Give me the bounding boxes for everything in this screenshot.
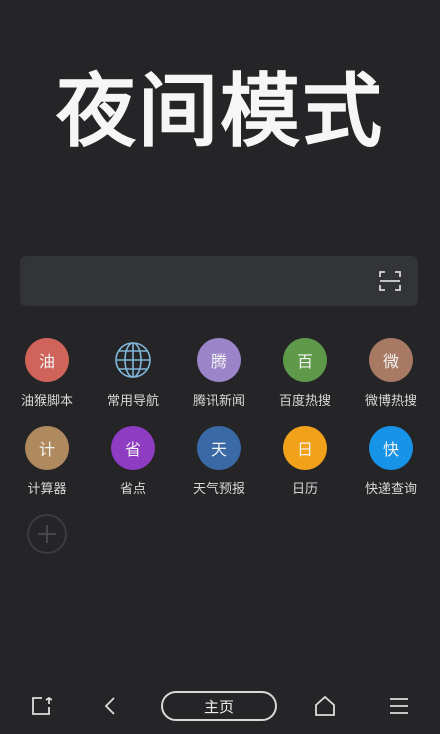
shortcut-baidu-hot[interactable]: 百 百度热搜 [262, 338, 348, 409]
shortcut-express[interactable]: 快 快递查询 [348, 426, 434, 497]
baidu-hot-icon: 百 [283, 338, 327, 382]
shortcut-label: 腾讯新闻 [192, 394, 245, 409]
shortcut-weather[interactable]: 天 天气预报 [176, 426, 262, 497]
homepage-button[interactable] [310, 692, 340, 720]
shortcut-calendar[interactable]: 日 日历 [262, 426, 348, 497]
weather-icon: 天 [197, 426, 241, 470]
shortcut-label: 常用导航 [106, 394, 159, 409]
search-bar[interactable] [20, 256, 418, 308]
monkey-script-icon: 油 [25, 338, 69, 382]
shortcut-label: 日历 [291, 482, 318, 497]
shortcut-calculator[interactable]: 计 计算器 [4, 426, 90, 497]
shortcut-label: 百度热搜 [278, 394, 331, 409]
shortcut-label: 微博热搜 [364, 394, 417, 409]
bottom-toolbar: 主页 [0, 682, 440, 734]
shortcut-weibo-hot[interactable]: 微 微博热搜 [348, 338, 434, 409]
shortcut-monkey-script[interactable]: 油 油猴脚本 [4, 338, 90, 409]
home-icon [315, 695, 335, 716]
shortcut-label: 快递查询 [364, 482, 417, 497]
search-input[interactable] [34, 256, 378, 308]
shortcut-label: 油猴脚本 [20, 394, 73, 409]
shortcut-label: 天气预报 [192, 482, 245, 497]
shortcut-save[interactable]: 省 省点 [90, 426, 176, 497]
express-icon: 快 [369, 426, 413, 470]
back-button[interactable] [96, 692, 126, 720]
shortcut-tencent-news[interactable]: 腾 腾讯新闻 [176, 338, 262, 409]
night-mode-title: 夜间模式 [56, 65, 384, 158]
tabs-button[interactable] [26, 692, 56, 720]
shortcut-common-nav[interactable]: 常用导航 [90, 338, 176, 409]
shortcut-label: 省点 [119, 482, 146, 497]
menu-icon [390, 698, 408, 714]
weibo-hot-icon: 微 [369, 338, 413, 382]
globe-icon [111, 338, 155, 382]
add-shortcut-button[interactable] [27, 514, 67, 554]
tabs-icon [32, 696, 52, 715]
calendar-icon: 日 [283, 426, 327, 470]
scan-icon[interactable] [378, 269, 402, 293]
save-icon: 省 [111, 426, 155, 470]
shortcut-label: 计算器 [27, 482, 67, 497]
menu-button[interactable] [384, 692, 414, 720]
back-arrow-icon [104, 697, 115, 715]
calculator-icon: 计 [25, 426, 69, 470]
home-button[interactable]: 主页 [161, 691, 277, 721]
plus-icon [38, 525, 56, 543]
tencent-news-icon: 腾 [197, 338, 241, 382]
